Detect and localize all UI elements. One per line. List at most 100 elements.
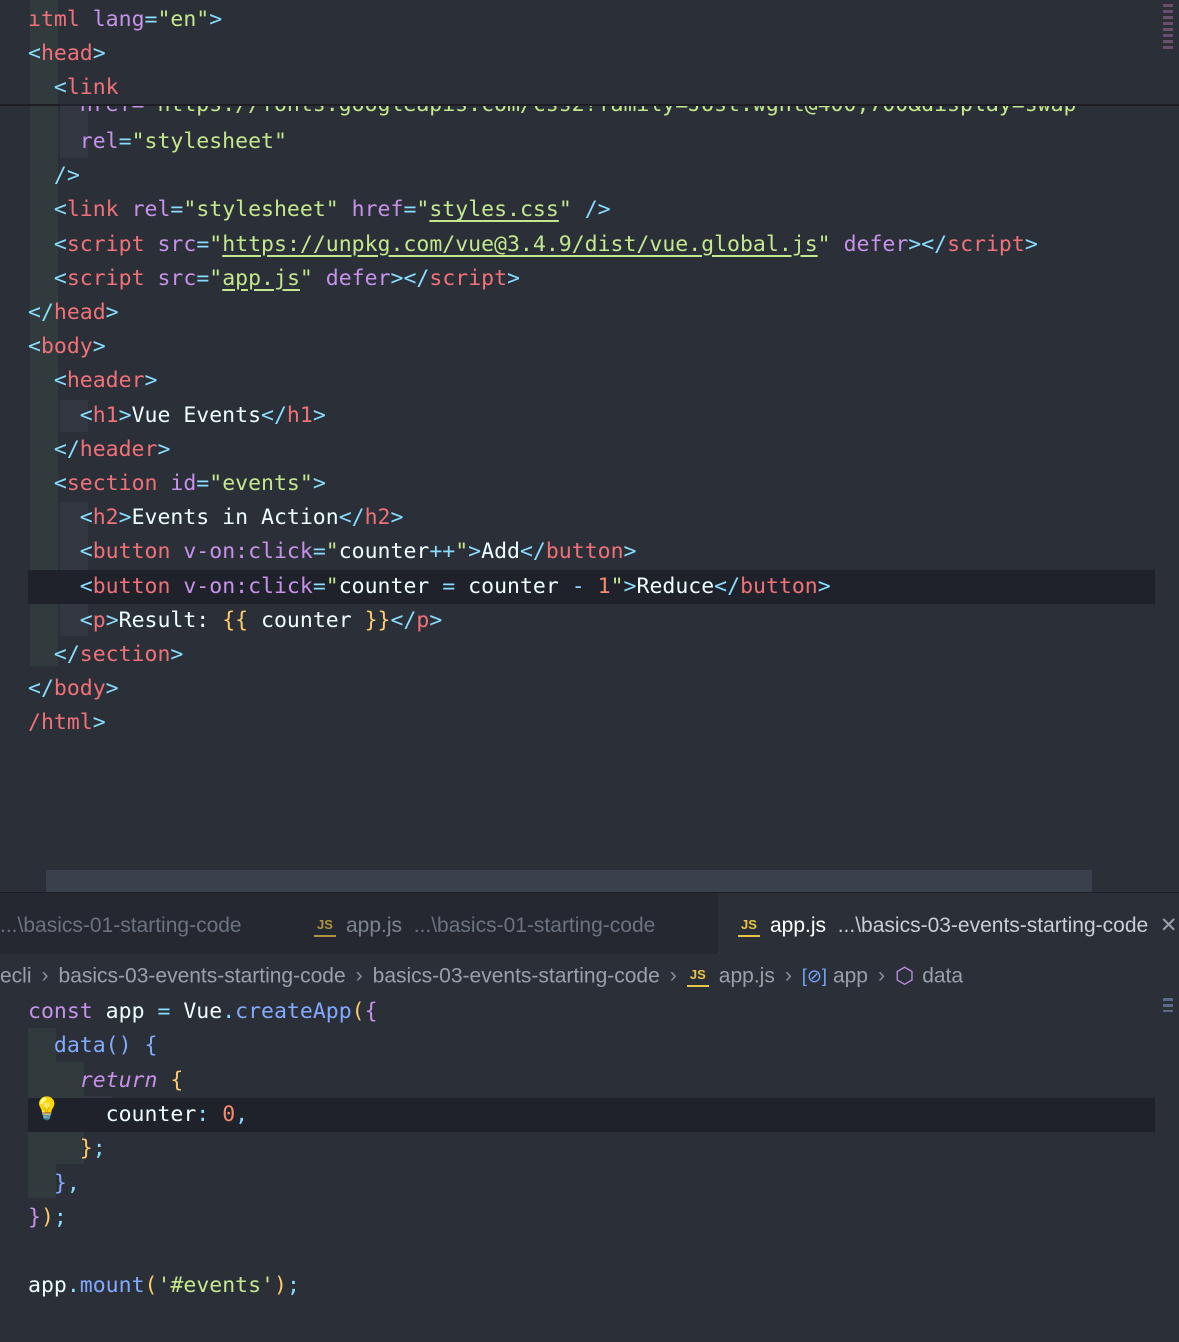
code-token: "events" <box>209 471 313 496</box>
breadcrumb-item[interactable]: basics-03-events-starting-code <box>59 964 346 987</box>
code-token: < <box>53 75 67 101</box>
code-token: h1 <box>286 402 313 428</box>
code-line[interactable]: const app = Vue.createApp({ <box>0 998 1179 1029</box>
code-token: rel <box>131 197 171 223</box>
code-token: /> <box>584 197 611 223</box>
horizontal-scrollbar[interactable] <box>46 870 1092 892</box>
code-token: < <box>53 368 67 394</box>
code-line[interactable]: <link rel="stylesheet" href="styles.css"… <box>0 193 1179 227</box>
code-token: = <box>157 999 171 1024</box>
code-line[interactable]: </section> <box>0 638 1179 672</box>
code-token: = <box>403 197 417 223</box>
breadcrumb-symbol[interactable]: app <box>833 964 868 987</box>
code-line[interactable]: <script src="https://unpkg.com/vue@3.4.9… <box>0 228 1179 262</box>
html-editor-pane[interactable]: ıtml lang="en"> <head> <link href= https:… <box>0 0 1179 892</box>
code-token: , <box>66 1170 80 1196</box>
code-token: ; <box>286 1273 300 1299</box>
code-token: < <box>53 231 67 257</box>
code-token: > <box>157 436 171 462</box>
close-icon[interactable]: ✕ <box>1160 914 1178 937</box>
code-line[interactable]: app.mount('#events'); <box>0 1269 1179 1303</box>
chevron-right-icon: › <box>41 964 49 988</box>
code-line[interactable]: <section id="events"> <box>0 467 1179 501</box>
code-token: app <box>92 999 158 1024</box>
code-token: ) <box>40 1204 54 1230</box>
code-line[interactable]: }; <box>0 1132 1179 1166</box>
code-line[interactable]: }, <box>0 1167 1179 1201</box>
code-token: button <box>92 539 171 565</box>
code-line[interactable]: /> <box>0 159 1179 193</box>
code-line[interactable]: <header> <box>0 364 1179 398</box>
code-line[interactable]: <p>Result: {{ counter }}</p> <box>0 604 1179 638</box>
code-token: = <box>312 573 326 599</box>
breadcrumb-item[interactable]: ecli <box>0 964 32 987</box>
code-token: head <box>53 300 106 325</box>
js-editor-pane[interactable]: const app = Vue.createApp({ data() { ret… <box>0 998 1179 1342</box>
code-token: }} <box>364 607 391 633</box>
code-token: ( <box>351 999 365 1024</box>
code-line[interactable]: }); <box>0 1201 1179 1235</box>
code-token: </ <box>53 642 80 667</box>
code-line[interactable]: <button v-on:click="counter++">Add</butt… <box>0 535 1179 569</box>
code-line[interactable]: <h1>Vue Events</h1> <box>0 399 1179 433</box>
code-line[interactable]: <button v-on:click="counter = counter - … <box>28 569 1155 604</box>
code-line[interactable]: rel="stylesheet" <box>0 125 1179 159</box>
code-token: > <box>144 368 158 394</box>
code-token: > <box>312 402 326 428</box>
code-token: createApp <box>235 999 352 1024</box>
tab-basics-01-html[interactable]: ...\basics-01-starting-code <box>0 893 270 955</box>
code-token: > <box>105 300 119 325</box>
code-token: href <box>351 197 404 223</box>
code-line[interactable]: <head> <box>0 37 1179 71</box>
breadcrumb-file[interactable]: app.js <box>719 964 775 987</box>
code-line[interactable]: <body> <box>0 330 1179 364</box>
code-token: p <box>92 607 106 633</box>
code-line[interactable]: <h2>Events in Action</h2> <box>0 501 1179 535</box>
chevron-right-icon: › <box>355 964 363 988</box>
code-line[interactable]: /html> <box>0 706 1179 740</box>
code-line[interactable]: </head> <box>0 296 1179 330</box>
code-line[interactable]: counter: 0, <box>28 1097 1155 1132</box>
code-token: > <box>623 573 637 599</box>
code-token: section <box>66 471 158 496</box>
code-token: "stylesheet" <box>131 129 287 154</box>
code-token: defer <box>843 231 909 257</box>
code-line[interactable]: data() { <box>0 1029 1179 1063</box>
code-token: {{ <box>222 607 249 633</box>
code-token: const <box>28 999 93 1024</box>
breadcrumb-item[interactable]: basics-03-events-starting-code <box>373 964 660 987</box>
chevron-right-icon: › <box>784 964 792 988</box>
code-token: head <box>40 41 93 67</box>
code-line[interactable]: </header> <box>0 433 1179 467</box>
code-token: </ <box>53 436 80 462</box>
code-token: Reduce <box>636 573 715 599</box>
breadcrumb-property[interactable]: data <box>922 964 963 987</box>
code-line[interactable]: return { <box>0 1064 1179 1098</box>
code-line[interactable]: ıtml lang="en"> <box>0 3 1179 37</box>
code-line[interactable]: </body> <box>0 672 1179 706</box>
code-token: } <box>53 1170 67 1196</box>
code-token: v-on:click <box>183 573 313 599</box>
code-line[interactable]: <script src="app.js" defer></script> <box>0 262 1179 296</box>
minimap-marker <box>1163 4 1173 52</box>
js-file-icon: JS <box>738 915 760 938</box>
code-token: h1 <box>92 402 119 428</box>
code-token: </ <box>338 505 365 531</box>
code-token: ; <box>92 1136 106 1162</box>
code-line[interactable]: <link <box>0 71 1179 105</box>
code-line[interactable] <box>0 1235 1179 1269</box>
lightbulb-icon[interactable]: 💡 <box>33 1097 60 1123</box>
tab-app-js-basics-01[interactable]: JS app.js ...\basics-01-starting-code <box>314 893 694 955</box>
breadcrumb: ecli › basics-03-events-starting-code › basi… <box>0 954 1179 998</box>
tab-app-js-basics-03[interactable]: JS app.js ...\basics-03-events-starting-c… <box>718 893 1179 955</box>
